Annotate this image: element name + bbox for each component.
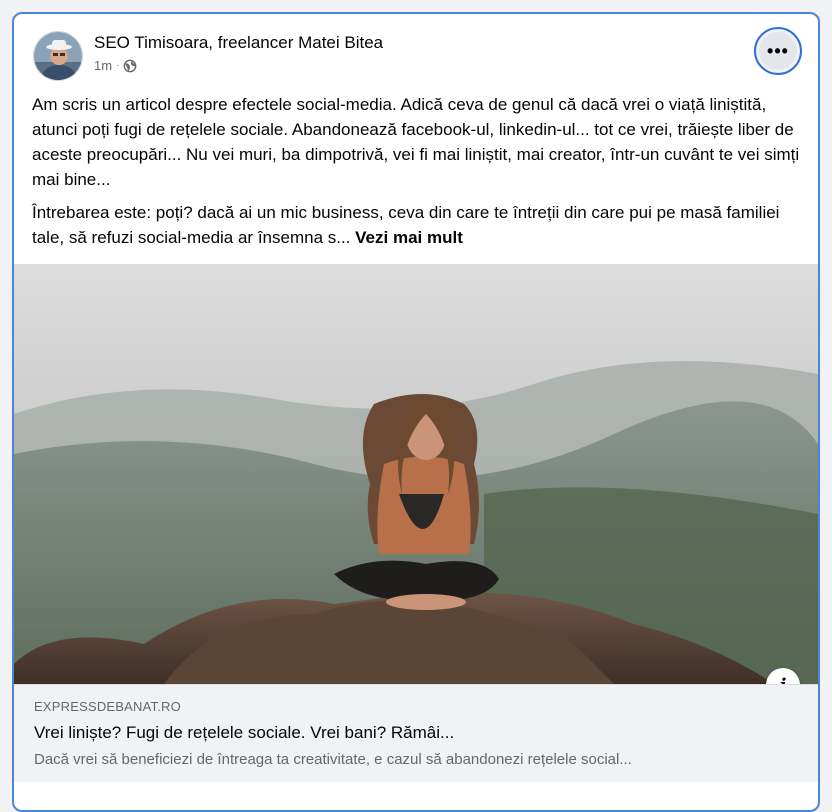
see-more-link[interactable]: Vezi mai mult	[355, 228, 463, 247]
post-meta: 1m ·	[94, 58, 137, 73]
post-time[interactable]: 1m	[94, 58, 112, 73]
avatar[interactable]	[33, 31, 83, 81]
link-domain: EXPRESSDEBANAT.RO	[34, 699, 181, 714]
post-paragraph-1: Am scris un articol despre efectele soci…	[32, 95, 800, 189]
post-text: Am scris un articol despre efectele soci…	[32, 92, 802, 258]
globe-icon	[123, 59, 137, 73]
link-title[interactable]: Vrei liniște? Fugi de rețelele sociale. …	[34, 723, 794, 743]
post-paragraph-2: Întrebarea este: poți? dacă ai un mic bu…	[32, 200, 802, 250]
post-card: SEO Timisoara, freelancer Matei Bitea 1m…	[12, 12, 820, 812]
meta-separator: ·	[116, 60, 120, 71]
author-name[interactable]: SEO Timisoara, freelancer Matei Bitea	[94, 33, 383, 53]
link-description: Dacă vrei să beneficiezi de întreaga ta …	[34, 751, 632, 768]
link-preview[interactable]: EXPRESSDEBANAT.RO Vrei liniște? Fugi de …	[14, 684, 818, 782]
link-image[interactable]: i	[14, 264, 818, 684]
more-options-button[interactable]: •••	[754, 27, 802, 75]
post-header: SEO Timisoara, freelancer Matei Bitea 1m…	[14, 14, 818, 90]
more-options-icon: •••	[759, 32, 797, 70]
